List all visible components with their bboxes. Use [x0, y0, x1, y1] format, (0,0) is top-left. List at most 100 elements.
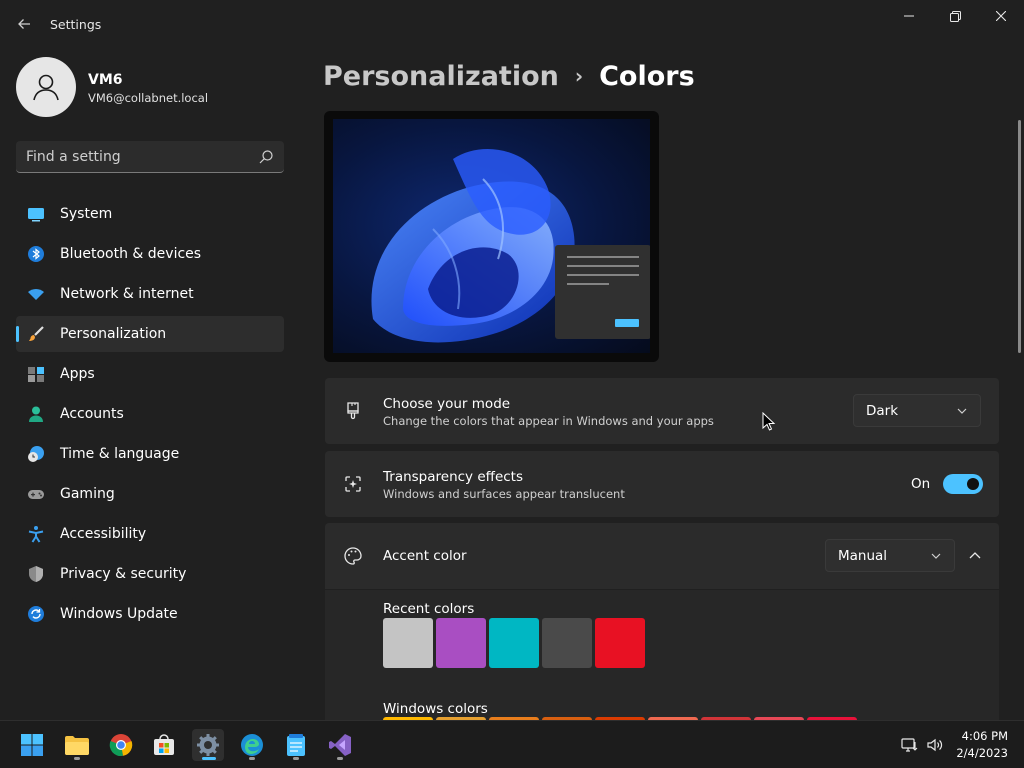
clock-date[interactable]: 2/4/2023 [956, 746, 1008, 760]
sidebar-item-label: Gaming [60, 486, 115, 502]
recent-colors-label: Recent colors [383, 601, 475, 617]
minimize-button[interactable] [886, 0, 932, 32]
user-email: VM6@collabnet.local [88, 91, 209, 105]
search-icon[interactable] [258, 149, 274, 165]
recent-color-swatch[interactable] [595, 618, 645, 668]
accent-dropdown[interactable]: Manual [825, 539, 955, 572]
taskbar-visual-studio[interactable] [324, 729, 356, 761]
taskbar: 4:06 PM 2/4/2023 [0, 720, 1024, 768]
sidebar-item-bluetooth[interactable]: Bluetooth & devices [16, 236, 284, 272]
card-subtitle: Windows and surfaces appear translucent [383, 487, 625, 501]
restore-button[interactable] [932, 0, 978, 32]
taskbar-notepad[interactable] [280, 729, 312, 761]
store-icon [154, 734, 174, 755]
avatar[interactable] [16, 57, 76, 117]
update-icon [28, 606, 44, 622]
bluetooth-icon [28, 246, 44, 262]
chevron-down-icon [931, 553, 941, 559]
accessibility-icon [28, 526, 44, 543]
shield-icon [29, 566, 43, 582]
gamepad-icon [28, 490, 44, 499]
user-icon [33, 74, 59, 101]
sidebar-item-label: Apps [60, 366, 95, 382]
card-title: Accent color [383, 548, 467, 564]
sidebar-item-label: Privacy & security [60, 566, 187, 582]
sidebar-item-label: Bluetooth & devices [60, 246, 202, 262]
sidebar-item-apps[interactable]: Apps [16, 356, 284, 392]
choose-mode-card: Choose your mode Change the colors that … [325, 378, 999, 444]
search-input[interactable] [26, 141, 246, 172]
running-indicator [293, 757, 299, 760]
dropdown-value: Manual [838, 547, 888, 564]
card-title: Choose your mode [383, 396, 511, 412]
close-button[interactable] [978, 0, 1024, 32]
sidebar-item-personalization[interactable]: Personalization [16, 316, 284, 352]
app-title: Settings [50, 17, 102, 32]
sidebar-item-windows-update[interactable]: Windows Update [16, 596, 284, 632]
sparkle-icon [345, 476, 361, 492]
sidebar-item-system[interactable]: System [16, 196, 284, 232]
palette-icon [344, 547, 362, 565]
chevron-up-icon[interactable] [968, 549, 982, 561]
sidebar-item-network[interactable]: Network & internet [16, 276, 284, 312]
taskbar-store[interactable] [148, 729, 180, 761]
breadcrumb-parent[interactable]: Personalization [323, 61, 559, 92]
recent-color-swatch[interactable] [489, 618, 539, 668]
minimize-icon [904, 15, 914, 17]
recent-color-swatch[interactable] [383, 618, 433, 668]
sidebar-item-label: Windows Update [60, 606, 178, 622]
card-title: Transparency effects [383, 469, 523, 485]
scrollbar[interactable] [1018, 120, 1021, 353]
preview-window-lines [567, 256, 639, 327]
recent-color-swatch[interactable] [542, 618, 592, 668]
restore-icon [949, 10, 961, 22]
sidebar-item-label: Accessibility [60, 526, 147, 542]
close-icon [996, 11, 1006, 21]
theme-preview [324, 111, 659, 362]
taskbar-chrome[interactable] [105, 729, 137, 761]
file-explorer-icon [65, 736, 89, 755]
network-icon[interactable] [901, 736, 919, 754]
apps-icon [28, 367, 44, 382]
search-box[interactable] [16, 141, 284, 173]
sidebar-item-label: Time & language [60, 446, 180, 462]
page-title: Colors [599, 60, 695, 92]
back-button[interactable] [12, 12, 36, 36]
sidebar-item-label: Personalization [60, 326, 167, 342]
accent-color-header[interactable]: Accent color Manual [325, 523, 999, 589]
wifi-icon [28, 289, 44, 300]
mode-dropdown[interactable]: Dark [853, 394, 981, 427]
visual-studio-icon [329, 734, 351, 756]
taskbar-edge[interactable] [236, 729, 268, 761]
sidebar-item-accounts[interactable]: Accounts [16, 396, 284, 432]
sidebar-item-accessibility[interactable]: Accessibility [16, 516, 284, 552]
chrome-icon [109, 734, 133, 757]
sidebar-item-label: System [60, 206, 113, 222]
user-name: VM6 [88, 72, 123, 88]
settings-icon [197, 734, 219, 756]
breadcrumb: Personalization › Colors [323, 58, 695, 94]
taskbar-file-explorer[interactable] [61, 729, 93, 761]
transparency-card: Transparency effects Windows and surface… [325, 451, 999, 517]
sidebar-item-time-language[interactable]: Time & language [16, 436, 284, 472]
edge-icon [241, 734, 263, 756]
running-indicator [337, 757, 343, 760]
clock-globe-icon [28, 446, 44, 462]
volume-icon[interactable] [926, 736, 944, 754]
title-bar: Settings [0, 0, 1024, 48]
paint-brush-icon [347, 402, 359, 420]
back-arrow-icon [18, 19, 30, 29]
preview-wallpaper [333, 119, 650, 353]
recent-color-swatch[interactable] [436, 618, 486, 668]
sidebar-item-label: Network & internet [60, 286, 194, 302]
clock-time[interactable]: 4:06 PM [962, 729, 1008, 743]
sidebar-item-label: Accounts [60, 406, 124, 422]
taskbar-settings[interactable] [192, 729, 224, 761]
mouse-cursor-icon [762, 412, 776, 431]
start-button[interactable] [16, 729, 48, 761]
sidebar-item-privacy[interactable]: Privacy & security [16, 556, 284, 592]
dropdown-value: Dark [866, 402, 899, 419]
transparency-toggle[interactable] [943, 474, 983, 494]
brush-icon [29, 326, 44, 341]
sidebar-item-gaming[interactable]: Gaming [16, 476, 284, 512]
